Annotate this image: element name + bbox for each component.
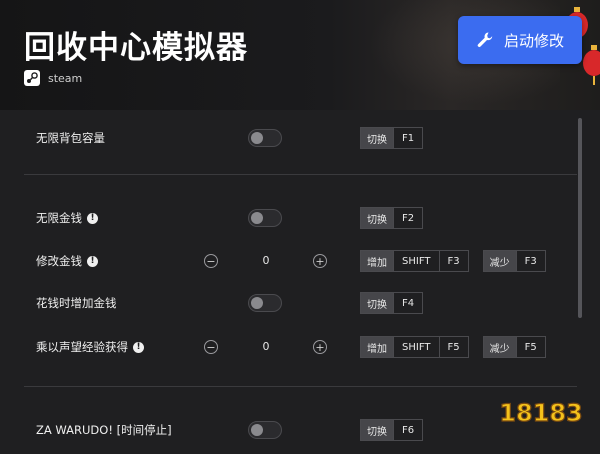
platform-label: steam	[48, 71, 83, 85]
row-label-text: 修改金钱	[36, 254, 82, 268]
key-cap: SHIFT	[393, 337, 439, 357]
row-label-text: ZA WARUDO! [时间停止]	[36, 423, 172, 437]
increment-button[interactable]: +	[313, 254, 327, 268]
key-cap: F5	[438, 337, 468, 357]
launch-mod-button[interactable]: 启动修改	[458, 16, 582, 64]
watermark-logo: 18183	[499, 398, 584, 427]
wrench-icon	[477, 32, 493, 47]
increment-button[interactable]: +	[313, 340, 327, 354]
key-cap: F5	[515, 337, 545, 357]
hotkey-action-label: 切换	[361, 208, 393, 228]
watermark-text: 18183	[499, 399, 583, 427]
toggle-knob	[251, 132, 263, 144]
hotkey-action-label: 增加	[361, 251, 393, 271]
hotkey-primary[interactable]: 切换 F6	[360, 419, 424, 441]
toggle-knob	[251, 212, 263, 224]
hotkey-action-label: 增加	[361, 337, 393, 357]
info-icon[interactable]: !	[87, 212, 98, 224]
hotkey-secondary[interactable]: 减少 F3	[482, 250, 546, 272]
hotkey-primary[interactable]: 增加 SHIFT F5	[360, 336, 469, 358]
toggle-knob	[251, 424, 263, 436]
stepper-value[interactable]: 0	[258, 254, 274, 267]
key-cap: F4	[393, 293, 423, 313]
key-cap: F3	[515, 251, 545, 271]
row-label-text: 花钱时增加金钱	[36, 296, 117, 310]
row-label-text: 无限金钱	[36, 211, 82, 225]
key-cap: F1	[393, 128, 423, 148]
hotkey-action-label: 切换	[361, 420, 393, 440]
divider	[24, 174, 577, 175]
key-cap: F6	[393, 420, 423, 440]
scrollbar[interactable]	[578, 118, 582, 318]
row-label: 乘以声望经验获得!	[36, 339, 144, 355]
row-label-text: 乘以声望经验获得	[36, 340, 128, 354]
page-title: 回收中心模拟器	[24, 30, 248, 66]
row-label-text: 无限背包容量	[36, 131, 105, 145]
hotkey-primary[interactable]: 切换 F2	[360, 207, 424, 229]
toggle-switch[interactable]	[248, 421, 282, 439]
key-cap: F2	[393, 208, 423, 228]
key-cap: SHIFT	[393, 251, 439, 271]
launch-mod-label: 启动修改	[503, 31, 564, 50]
hotkey-action-label: 减少	[483, 337, 516, 357]
info-icon[interactable]: !	[87, 255, 98, 267]
key-cap: F3	[438, 251, 468, 271]
steam-icon	[24, 70, 40, 86]
hotkey-action-label: 切换	[361, 293, 393, 313]
hotkey-primary[interactable]: 切换 F4	[360, 292, 424, 314]
decrement-button[interactable]: −	[204, 254, 218, 268]
row-label: 无限金钱!	[36, 210, 98, 226]
hotkey-action-label: 减少	[483, 251, 516, 271]
toggle-switch[interactable]	[248, 294, 282, 312]
toggle-knob	[251, 297, 263, 309]
divider	[24, 386, 577, 387]
hotkey-primary[interactable]: 增加 SHIFT F3	[360, 250, 469, 272]
hotkey-action-label: 切换	[361, 128, 393, 148]
row-label: 无限背包容量	[36, 130, 105, 146]
hotkey-secondary[interactable]: 减少 F5	[482, 336, 546, 358]
row-label: 修改金钱!	[36, 253, 98, 269]
stepper-value[interactable]: 0	[258, 340, 274, 353]
decrement-button[interactable]: −	[204, 340, 218, 354]
hotkey-primary[interactable]: 切换 F1	[360, 127, 424, 149]
toggle-switch[interactable]	[248, 129, 282, 147]
info-icon[interactable]: !	[133, 341, 144, 353]
row-label: ZA WARUDO! [时间停止]	[36, 422, 172, 438]
platform-badge: steam	[24, 70, 82, 86]
row-label: 花钱时增加金钱	[36, 295, 117, 311]
lantern-decoration	[583, 45, 600, 85]
toggle-switch[interactable]	[248, 209, 282, 227]
